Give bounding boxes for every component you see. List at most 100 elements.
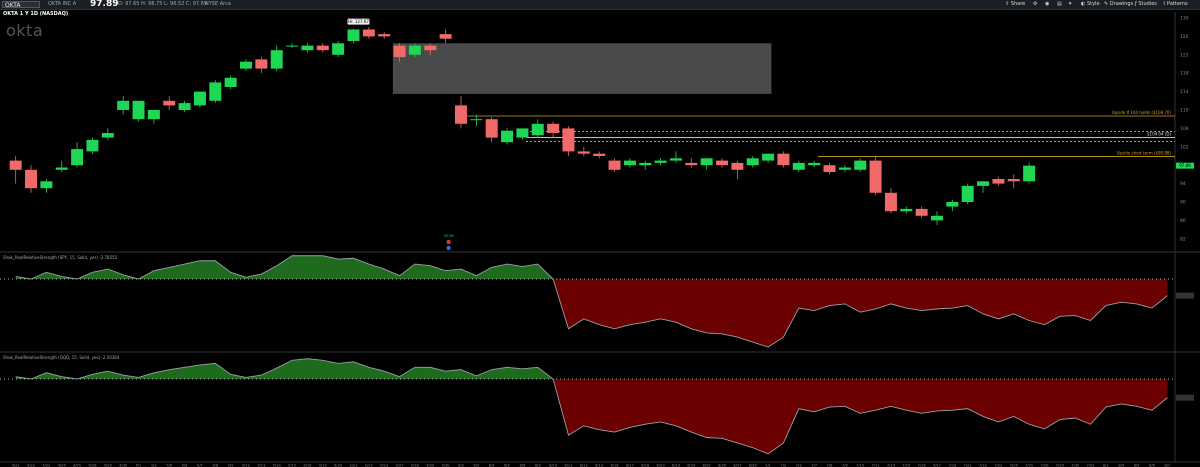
x-tick-label: 7/11 xyxy=(872,464,880,467)
candle-body xyxy=(301,45,314,51)
candle-body xyxy=(716,160,729,166)
y-tick-label: 110 xyxy=(1180,108,1189,114)
gray-zone xyxy=(392,43,772,94)
y-tick-label: 86 xyxy=(1180,218,1186,224)
y-tick-label: 126 xyxy=(1180,34,1189,40)
x-tick-label: 6/2 xyxy=(458,464,464,467)
x-tick-label: 5/9 xyxy=(228,464,234,467)
x-tick-label: 7/25 xyxy=(1025,464,1033,467)
high-label: Hi: 127.67 xyxy=(348,19,369,24)
candle-body xyxy=(332,43,345,55)
candle-body xyxy=(147,110,160,120)
x-tick-label: 6/18 xyxy=(641,464,650,467)
x-tick-label: 5/15 xyxy=(288,464,296,467)
x-tick-label: 6/23 xyxy=(672,464,680,467)
x-tick-label: 7/29 xyxy=(1056,464,1065,467)
x-tick-label: 6/24 xyxy=(687,464,696,467)
candle-body xyxy=(193,91,206,106)
y-tick-label: 122 xyxy=(1180,52,1189,58)
candle-body xyxy=(240,61,252,69)
event-value: 95.58 xyxy=(444,234,454,238)
candle-body xyxy=(454,105,467,124)
x-tick-label: 5/21 xyxy=(349,464,357,467)
candle-body xyxy=(639,162,652,166)
candle-body xyxy=(946,202,959,207)
x-tick-label: 5/13 xyxy=(257,464,265,467)
x-tick-label: 4/21 xyxy=(12,464,20,467)
x-tick-label: 7/22 xyxy=(979,464,987,467)
y-tick-label: 82 xyxy=(1180,236,1186,242)
event-icon xyxy=(446,239,451,245)
x-tick-label: 7/7 xyxy=(811,464,817,467)
x-tick-label: 8/4 xyxy=(1118,464,1124,467)
candle-body xyxy=(408,45,421,55)
x-tick-label: 6/17 xyxy=(626,464,634,467)
x-tick-label: 6/13 xyxy=(595,464,603,467)
x-tick-label: 4/30 xyxy=(119,464,128,467)
x-tick-label: 6/4 xyxy=(489,464,495,467)
level-label: $104.04 (D) xyxy=(1147,131,1171,136)
last-price-label: 97.89 xyxy=(1179,163,1191,168)
candle-body xyxy=(378,34,391,37)
candle-body xyxy=(439,34,452,39)
candle-body xyxy=(501,130,514,143)
candle-body xyxy=(485,119,498,138)
x-tick-label: 6/25 xyxy=(703,464,711,467)
x-tick-label: 5/22 xyxy=(365,464,373,467)
candle-body xyxy=(347,29,360,41)
candle-body xyxy=(1007,179,1020,182)
x-tick-label: 7/3 xyxy=(796,464,802,467)
rs-qqq-value-badge xyxy=(1176,394,1194,401)
x-tick-label: 4/25 xyxy=(73,464,81,467)
candle-body xyxy=(86,139,99,152)
candle-body xyxy=(777,153,790,166)
x-tick-label: 5/8 xyxy=(212,464,218,467)
x-tick-label: 8/1 xyxy=(1103,464,1109,467)
x-tick-label: 5/5 xyxy=(166,464,172,467)
x-tick-label: 5/19 xyxy=(319,464,328,467)
candle-body xyxy=(255,59,268,69)
candle-body xyxy=(470,119,483,121)
y-tick-label: 94 xyxy=(1180,181,1186,187)
x-tick-label: 7/31 xyxy=(1087,464,1095,467)
x-tick-label: 5/16 xyxy=(303,464,312,467)
x-tick-label: 7/9 xyxy=(842,464,848,467)
x-tick-label: 5/29 xyxy=(426,464,435,467)
x-tick-label: 7/2 xyxy=(781,464,787,467)
event-icon xyxy=(446,245,451,251)
candle-body xyxy=(869,160,882,193)
x-tick-label: 7/1 xyxy=(765,464,771,467)
candle-body xyxy=(270,50,283,69)
candle-body xyxy=(577,151,590,154)
candle-body xyxy=(1023,165,1036,182)
candle-body xyxy=(900,208,913,212)
x-tick-label: 6/3 xyxy=(473,464,479,467)
candle-body xyxy=(685,162,698,166)
x-tick-label: 6/11 xyxy=(564,464,572,467)
y-tick-label: 106 xyxy=(1180,126,1189,132)
candle-body xyxy=(286,45,299,47)
x-tick-label: 6/12 xyxy=(580,464,588,467)
level-label: Upside If 104 holds ($108.70) xyxy=(1112,110,1172,115)
candle-body xyxy=(700,158,713,166)
candle-body xyxy=(746,158,759,166)
y-tick-label: 102 xyxy=(1180,144,1189,150)
candle-body xyxy=(884,192,897,212)
candle-body xyxy=(731,162,744,170)
x-tick-label: 5/12 xyxy=(242,464,250,467)
x-tick-label: 5/20 xyxy=(334,464,343,467)
x-tick-label: 6/30 xyxy=(749,464,758,467)
x-tick-label: 6/6 xyxy=(520,464,526,467)
candle-body xyxy=(71,149,84,166)
price-chart[interactable]: 8286909498102106110114118122126130Upside… xyxy=(0,0,1200,467)
candle-body xyxy=(961,185,974,202)
x-tick-label: 5/6 xyxy=(182,464,188,467)
candle-body xyxy=(117,100,130,110)
x-tick-label: 7/16 xyxy=(918,464,927,467)
candle-body xyxy=(224,77,237,87)
x-tick-label: 6/16 xyxy=(610,464,619,467)
x-tick-label: 4/29 xyxy=(104,464,113,467)
x-tick-label: 6/10 xyxy=(549,464,558,467)
level-label: Upside short term ($99.88) xyxy=(1117,151,1172,156)
candle-body xyxy=(915,208,928,216)
